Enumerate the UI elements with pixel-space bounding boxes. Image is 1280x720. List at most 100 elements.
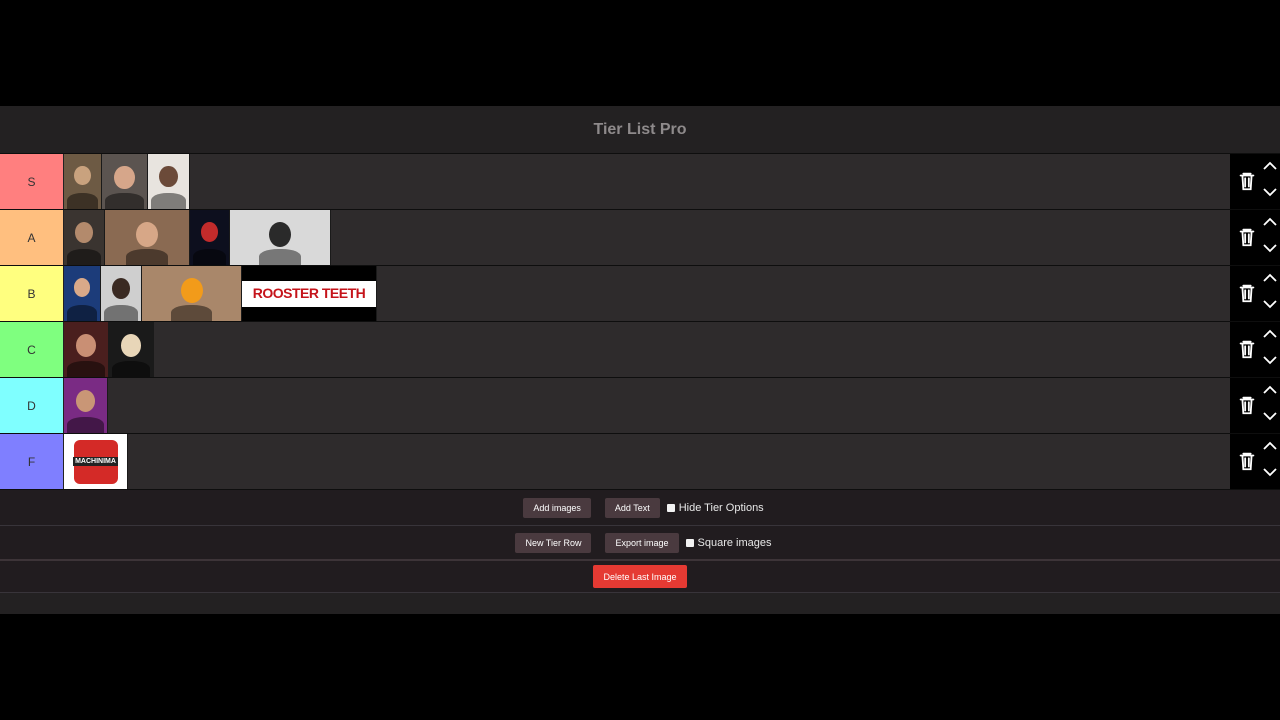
tier-label[interactable]: F <box>0 434 63 489</box>
chevron-up-icon[interactable] <box>1262 216 1278 228</box>
export-image-button[interactable]: Export image <box>605 532 679 553</box>
tier-row: C <box>0 322 1280 378</box>
tier-rows: S A B ROOSTER TEETH C D F MACHINIMA <box>0 153 1280 490</box>
tier-row: F MACHINIMA <box>0 434 1280 490</box>
portrait-body <box>112 360 150 377</box>
chevron-down-icon[interactable] <box>1262 354 1278 366</box>
tier-item-annoying-orange[interactable] <box>142 266 242 321</box>
tier-item-man-smiling[interactable] <box>64 266 101 321</box>
tier-label[interactable]: D <box>0 378 63 433</box>
add-text-button[interactable]: Add Text <box>604 497 660 518</box>
chevron-up-icon[interactable] <box>1262 160 1278 172</box>
portrait-head <box>180 278 203 304</box>
tier-row: B ROOSTER TEETH <box>0 266 1280 322</box>
chevron-down-icon[interactable] <box>1262 298 1278 310</box>
chevron-down-icon[interactable] <box>1262 242 1278 254</box>
tier-item-woman-brown-hair[interactable] <box>64 322 109 377</box>
checkbox-icon[interactable] <box>685 538 694 547</box>
square-images-checkbox[interactable]: Square images <box>685 536 772 549</box>
tier-controls <box>1230 210 1280 265</box>
portrait-head <box>73 278 91 297</box>
portrait-body <box>66 192 99 209</box>
tier-items-dropzone[interactable] <box>64 154 1230 209</box>
tier-label[interactable]: A <box>0 210 63 265</box>
trash-icon[interactable] <box>1236 338 1258 360</box>
portrait-head <box>75 222 93 243</box>
tier-item-rooster-teeth-logo-text: ROOSTER TEETH <box>252 284 366 301</box>
logo-band: ROOSTER TEETH <box>242 280 376 307</box>
machinima-logo-mark: MACHINIMA <box>73 439 118 484</box>
portrait-body <box>103 304 139 321</box>
portrait-head <box>74 166 91 186</box>
tier-controls <box>1230 378 1280 433</box>
tier-item-man-glasses[interactable] <box>64 154 102 209</box>
tier-items-dropzone[interactable]: ROOSTER TEETH <box>64 266 1230 321</box>
chevron-down-icon[interactable] <box>1262 466 1278 478</box>
portrait-body <box>67 360 105 377</box>
portrait-body <box>150 192 187 209</box>
tier-items-dropzone[interactable] <box>64 322 1230 377</box>
portrait-head <box>114 166 135 190</box>
square-images-label: Square images <box>697 536 772 549</box>
tier-row: A <box>0 210 1280 266</box>
tier-row: S <box>0 153 1280 210</box>
portrait-head <box>75 390 96 413</box>
header: Tier List Pro <box>0 106 1280 153</box>
delete-last-image-button[interactable]: Delete Last Image <box>593 565 687 588</box>
tier-list-app: Tier List Pro S A B ROOSTER TEETH C D F MACHINI… <box>0 106 1280 614</box>
tier-item-man-red-shirt[interactable] <box>148 154 190 209</box>
chevron-down-icon[interactable] <box>1262 186 1278 198</box>
portrait-head <box>121 334 141 357</box>
portrait-body <box>126 248 168 265</box>
portrait-head <box>159 166 178 188</box>
tier-item-woman-blonde[interactable] <box>109 322 154 377</box>
portrait-body <box>67 416 104 433</box>
tier-item-man-at-desk[interactable] <box>230 210 331 265</box>
chevron-up-icon[interactable] <box>1262 328 1278 340</box>
tier-item-red-helmet[interactable] <box>190 210 230 265</box>
tier-controls <box>1230 434 1280 489</box>
tier-controls <box>1230 154 1280 209</box>
portrait-body <box>105 192 144 209</box>
tier-label[interactable]: B <box>0 266 63 321</box>
tier-item-machinima-logo[interactable]: MACHINIMA <box>64 434 128 489</box>
trash-icon[interactable] <box>1236 450 1258 472</box>
tier-item-machinima-logo-text: MACHINIMA <box>73 457 118 466</box>
trash-icon[interactable] <box>1236 394 1258 416</box>
toolbar-primary: Add images Add Text Hide Tier Options <box>0 490 1280 526</box>
portrait-body <box>259 248 301 265</box>
tier-items-dropzone[interactable] <box>64 378 1230 433</box>
portrait-body <box>192 248 227 265</box>
hide-tier-options-checkbox[interactable]: Hide Tier Options <box>666 502 764 514</box>
tier-item-man-black-hair[interactable] <box>101 266 142 321</box>
tier-label[interactable]: S <box>0 154 63 209</box>
portrait-head <box>136 222 158 248</box>
chevron-up-icon[interactable] <box>1262 440 1278 452</box>
portrait-head <box>112 278 130 299</box>
trash-icon[interactable] <box>1236 226 1258 248</box>
tier-item-man-beard[interactable] <box>102 154 148 209</box>
chevron-down-icon[interactable] <box>1262 410 1278 422</box>
toolbar-secondary: New Tier Row Export image Square images <box>0 526 1280 559</box>
tier-items-dropzone[interactable]: MACHINIMA <box>64 434 1230 489</box>
trash-icon[interactable] <box>1236 170 1258 192</box>
tier-item-group-of-men[interactable] <box>105 210 190 265</box>
trash-icon[interactable] <box>1236 282 1258 304</box>
tier-item-rooster-teeth-logo[interactable]: ROOSTER TEETH <box>242 266 377 321</box>
chevron-up-icon[interactable] <box>1262 272 1278 284</box>
checkbox-icon[interactable] <box>666 503 675 512</box>
chevron-up-icon[interactable] <box>1262 384 1278 396</box>
toolbar-danger: Delete Last Image <box>0 561 1280 593</box>
tier-item-man-purple-bg[interactable] <box>64 378 108 433</box>
new-tier-row-button[interactable]: New Tier Row <box>515 532 592 553</box>
portrait-body <box>66 248 102 265</box>
add-images-button[interactable]: Add images <box>523 497 591 518</box>
tier-row: D <box>0 378 1280 434</box>
portrait-head <box>269 222 291 248</box>
portrait-body <box>66 304 98 321</box>
tier-item-man-dark[interactable] <box>64 210 105 265</box>
tier-label[interactable]: C <box>0 322 63 377</box>
tier-items-dropzone[interactable] <box>64 210 1230 265</box>
portrait-head <box>76 334 96 357</box>
tier-controls <box>1230 266 1280 321</box>
